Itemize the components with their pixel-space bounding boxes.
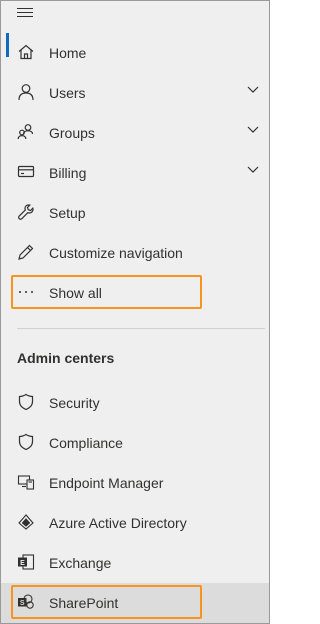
nav-item-customize-navigation[interactable]: Customize navigation [1,233,269,273]
nav-item-setup[interactable]: Setup [1,193,269,233]
nav-item-label: Exchange [49,555,112,571]
admin-item-exchange[interactable]: E Exchange [1,543,269,583]
admin-item-endpoint-manager[interactable]: Endpoint Manager [1,463,269,503]
nav-item-label: Security [49,395,100,411]
nav-item-users[interactable]: Users [1,73,269,113]
hamburger-menu-icon[interactable] [17,7,33,19]
endpoint-manager-icon [17,473,35,491]
svg-text:E: E [20,560,25,567]
nav-item-groups[interactable]: Groups [1,113,269,153]
user-icon [17,83,35,101]
azure-ad-icon [17,513,35,531]
admin-item-security[interactable]: Security [1,383,269,423]
nav-item-label: Home [49,45,87,61]
navigation-pane: Home Users Groups Billing Setup Customiz… [0,0,270,624]
nav-item-label: Groups [49,125,95,141]
divider [17,328,265,329]
groups-icon [17,123,35,141]
exchange-icon: E [17,553,35,571]
nav-item-label: Customize navigation [49,245,183,261]
nav-item-label: Users [49,85,86,101]
shield-outline-icon [17,433,35,451]
nav-item-label: Setup [49,205,86,221]
highlight-box-sharepoint [11,585,202,619]
nav-item-billing[interactable]: Billing [1,153,269,193]
nav-item-label: Compliance [49,435,123,451]
chevron-down-icon[interactable] [247,166,259,174]
shield-icon [17,393,35,411]
section-title-admin-centers: Admin centers [17,350,115,366]
admin-item-compliance[interactable]: Compliance [1,423,269,463]
wrench-icon [17,203,35,221]
nav-item-label: Azure Active Directory [49,515,187,531]
chevron-down-icon[interactable] [247,86,259,94]
home-icon [17,43,35,61]
nav-item-home[interactable]: Home [1,33,269,73]
pencil-icon [17,243,35,261]
admin-item-azure-active-directory[interactable]: Azure Active Directory [1,503,269,543]
chevron-down-icon[interactable] [247,126,259,134]
nav-item-label: Billing [49,165,87,181]
highlight-box-show-all [11,275,202,309]
billing-card-icon [17,163,35,181]
nav-item-label: Endpoint Manager [49,475,164,491]
